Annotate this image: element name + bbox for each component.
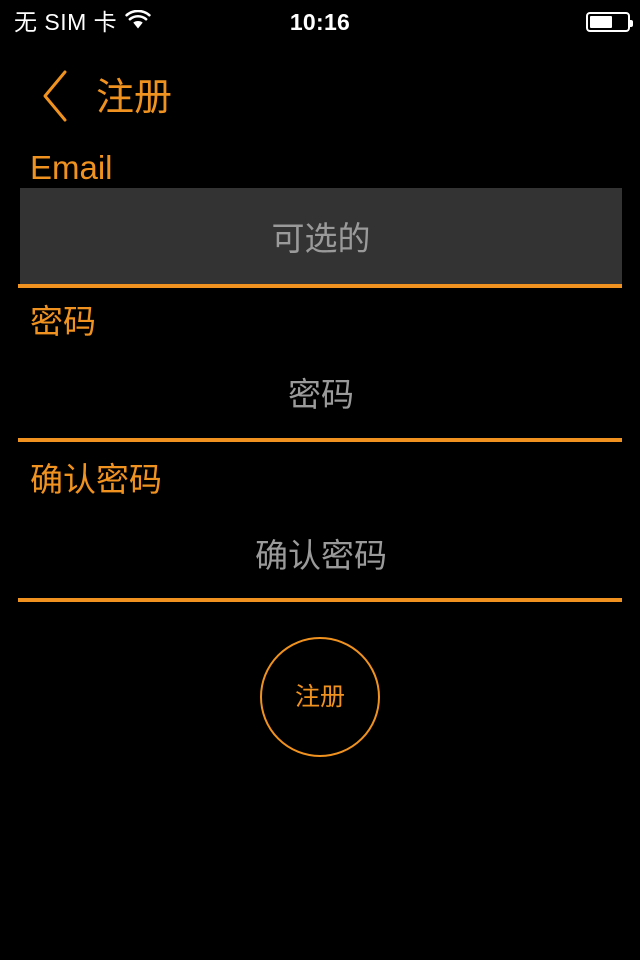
- confirm-password-field-label: 确认密码: [30, 461, 162, 498]
- password-field-underline: [18, 438, 622, 442]
- registration-screen: 无 SIM 卡 10:16 注册 Email 可选的 密码 密码 确认密码 确认…: [0, 0, 640, 960]
- password-input[interactable]: 密码: [20, 344, 622, 440]
- email-field-label: Email: [30, 149, 113, 186]
- status-bar: 无 SIM 卡 10:16: [0, 0, 640, 44]
- register-button[interactable]: 注册: [260, 637, 380, 757]
- register-button-label: 注册: [294, 682, 345, 711]
- page-title: 注册: [96, 77, 173, 119]
- status-bar-right: [586, 0, 633, 44]
- email-input[interactable]: 可选的: [20, 188, 622, 284]
- battery-icon: [586, 12, 633, 32]
- clock-label: 10:16: [289, 8, 351, 35]
- password-field-label: 密码: [30, 303, 96, 340]
- back-button[interactable]: [22, 65, 88, 131]
- confirm-password-field-underline: [18, 598, 622, 602]
- confirm-password-input[interactable]: 确认密码: [20, 505, 622, 601]
- email-field-underline: [18, 284, 622, 288]
- chevron-left-icon: [38, 68, 72, 129]
- nav-bar: 注册: [0, 62, 640, 134]
